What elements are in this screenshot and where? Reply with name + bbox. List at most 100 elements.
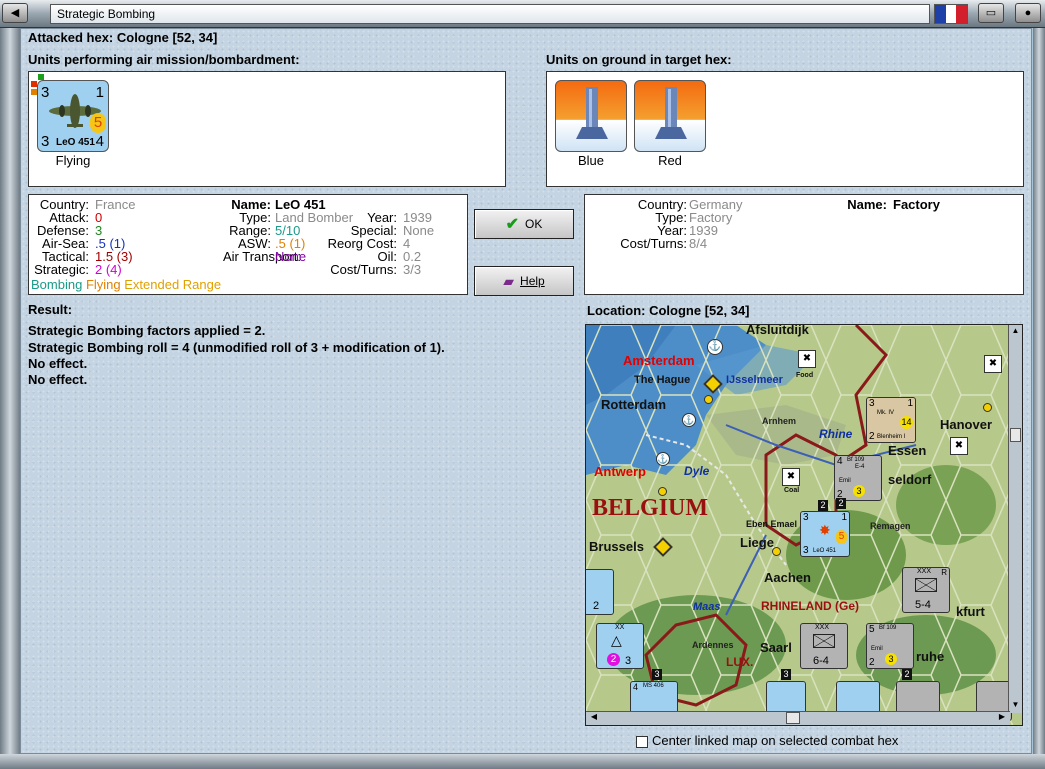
- scroll-down-icon[interactable]: ▼: [1010, 700, 1021, 712]
- explosion-icon: ✸: [819, 522, 831, 538]
- city-icon: [658, 487, 667, 496]
- map-label-food: Food: [796, 372, 814, 379]
- leo451-map-counter[interactable]: 3 1 ✸ 5 3 LeO 451: [800, 511, 850, 557]
- counter-size: XXX: [815, 624, 830, 631]
- stack-count-badge: 3: [781, 669, 791, 680]
- counter-top-value: 5: [869, 624, 875, 635]
- result-title: Result:: [28, 302, 73, 317]
- left-frame: [0, 28, 20, 754]
- result-line: No effect.: [28, 372, 88, 387]
- map-label-frankfurt: kfurt: [956, 604, 985, 619]
- tag-flying: Flying: [85, 277, 121, 292]
- map-label-afsluitdijk: Afsluitdijk: [746, 324, 809, 337]
- target-cost-value: 8/4: [689, 236, 708, 251]
- map-label-brussels: Brussels: [589, 539, 644, 554]
- counter-badge: 2: [607, 653, 620, 666]
- ground-units-title: Units on ground in target hex:: [546, 52, 732, 67]
- linked-map[interactable]: Afsluitdijk Amsterdam The Hague IJsselme…: [585, 324, 1023, 726]
- counter-top-value: 3: [803, 512, 809, 523]
- anchor-icon: ⚓: [707, 339, 723, 355]
- result-line: Strategic Bombing factors applied = 2.: [28, 323, 266, 338]
- counter-value: 6-4: [813, 655, 829, 667]
- system-menu-button[interactable]: ◀: [2, 3, 28, 23]
- bf109-counter[interactable]: 4 Bf 109 E-4 Emil 2 3: [834, 455, 882, 501]
- map-label-aachen: Aachen: [764, 570, 811, 585]
- stack-count-badge: 2: [836, 498, 846, 509]
- map-label-dyle: Dyle: [684, 464, 710, 478]
- counter-top-value: 4: [837, 456, 843, 467]
- belgian-unit-counter[interactable]: XX △ 2 3: [596, 623, 644, 669]
- counter-model: Bf 109: [879, 625, 897, 631]
- counter-badge: 5: [836, 530, 847, 544]
- resource-icon: ✖: [782, 468, 800, 486]
- tag-extended-range: Extended Range: [124, 277, 222, 292]
- cost-label: Cost/Turns:: [330, 262, 397, 277]
- vertical-scroll-thumb[interactable]: [1010, 428, 1021, 442]
- map-label-antwerp: Antwerp: [594, 464, 646, 479]
- result-line: Strategic Bombing roll = 4 (unmodified r…: [28, 340, 445, 355]
- air-transport-value: None: [275, 249, 307, 264]
- resource-icon: ✖: [798, 350, 816, 368]
- map-label-remagen: Remagen: [870, 521, 911, 531]
- strategic-value: 2 (4): [95, 262, 122, 277]
- bottom-frame: [0, 754, 1045, 769]
- attacker-stats-box: Country: France Attack: 0 Defense: 3 Air…: [28, 194, 468, 295]
- factory-counter-blue[interactable]: [555, 80, 627, 152]
- factory-counter-red[interactable]: [634, 80, 706, 152]
- factory-icon: [655, 87, 687, 139]
- target-stats-box: Country: Germany Type: Factory Year: 193…: [584, 194, 1024, 295]
- map-label-liege: Liege: [740, 535, 774, 550]
- ok-button-label: OK: [525, 217, 543, 231]
- counter-value: 3: [625, 655, 632, 667]
- checkmark-icon: ✔: [505, 216, 520, 233]
- ok-button[interactable]: ✔ OK: [474, 209, 574, 239]
- unit-bottom-right-value: 4: [95, 133, 104, 150]
- map-label-maas: Maas: [693, 601, 721, 613]
- bf109-counter[interactable]: 5 Bf 109 Emil 2 3: [866, 623, 914, 669]
- map-label-amsterdam: Amsterdam: [623, 353, 695, 368]
- scroll-left-icon[interactable]: ◀: [588, 712, 600, 724]
- help-button[interactable]: ▰ Help: [474, 266, 574, 296]
- counter-size: XXX: [917, 568, 932, 575]
- window-title: Strategic Bombing: [50, 4, 930, 24]
- map-vertical-scrollbar[interactable]: ▲ ▼: [1008, 325, 1022, 713]
- unit-name: LeO 451: [56, 137, 95, 148]
- cavalry-symbol-icon: △: [611, 632, 622, 648]
- map-label-hanover: Hanover: [940, 417, 993, 432]
- result-line: No effect.: [28, 356, 88, 371]
- map-label-arnhem: Arnhem: [762, 416, 797, 426]
- france-flag-icon: [934, 4, 968, 24]
- horizontal-scroll-thumb[interactable]: [786, 712, 800, 724]
- counter-badge: 3: [885, 653, 897, 665]
- air-unit-caption: Flying: [55, 153, 91, 168]
- center-map-checkbox[interactable]: [636, 736, 648, 748]
- map-label-the-hague: The Hague: [634, 374, 691, 386]
- counter-top-value: 3: [869, 398, 875, 409]
- scroll-right-icon[interactable]: ▶: [996, 712, 1008, 724]
- anchor-icon: ⚓: [682, 413, 696, 427]
- infantry-counter[interactable]: XXX R 5-4: [902, 567, 950, 613]
- map-label-lux: LUX.: [726, 655, 754, 669]
- minimize-button[interactable]: ▭: [978, 3, 1004, 23]
- counter-bottom-value: 3: [803, 545, 809, 556]
- center-map-label[interactable]: Center linked map on selected combat hex: [652, 733, 898, 748]
- strategic-label: Strategic:: [34, 262, 89, 277]
- belgian-unit-counter[interactable]: 2: [586, 569, 614, 615]
- tag-bombing: Bombing: [31, 277, 83, 292]
- infantry-counter[interactable]: XXX 6-4: [800, 623, 848, 669]
- counter-badge: 14: [900, 416, 913, 429]
- resource-icon: ✖: [950, 437, 968, 455]
- counter-side: R: [941, 568, 947, 577]
- air-unit-counter[interactable]: 3 1 5 3 LeO 451 4: [37, 80, 109, 152]
- map-horizontal-scrollbar[interactable]: ◀ ▶: [586, 711, 1010, 725]
- map-label-dusseldorf: seldorf: [888, 472, 932, 487]
- air-units-box: 3 1 5 3 LeO 451 4 Flying: [28, 71, 506, 187]
- counter-name: Emil: [871, 646, 883, 652]
- air-units-title: Units performing air mission/bombardment…: [28, 52, 300, 67]
- close-button[interactable]: ●: [1015, 3, 1041, 23]
- map-label-eben-emael: Eben Emael: [746, 519, 798, 529]
- blenheim-counter[interactable]: 3 1 Mk. IV 14 2 Blenheim I: [866, 397, 916, 443]
- counter-name: MS 406: [643, 683, 664, 689]
- counter-top-right-value: 1: [841, 512, 847, 523]
- scroll-up-icon[interactable]: ▲: [1010, 326, 1021, 338]
